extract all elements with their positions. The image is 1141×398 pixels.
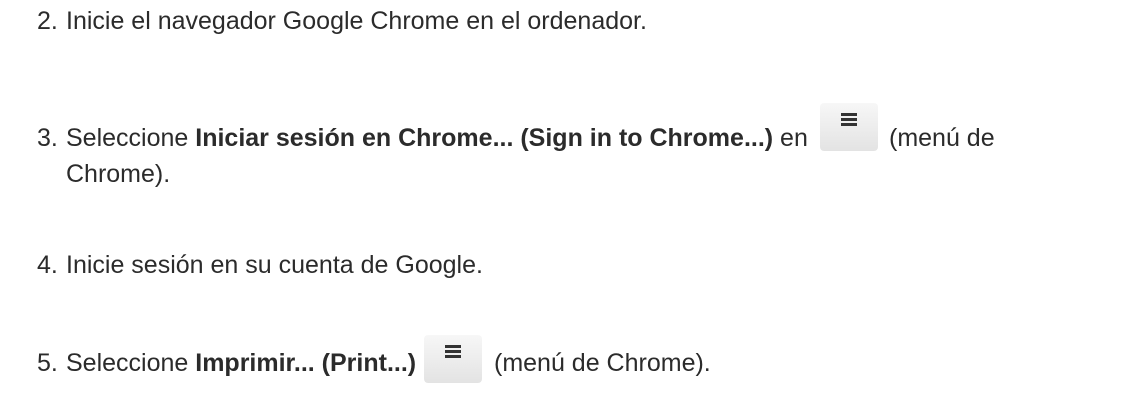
menu-item-name: Imprimir... (Print...): [195, 349, 417, 377]
chrome-menu-icon: [820, 103, 878, 151]
step-text: Seleccione Iniciar sesión en Chrome... (…: [66, 120, 808, 156]
step-suffix: (menú de: [889, 124, 995, 152]
step-prefix: Seleccione: [66, 349, 196, 377]
step-number: 3.: [37, 124, 58, 152]
chrome-menu-icon: [424, 335, 482, 383]
step-suffix: (menú de Chrome).: [494, 349, 711, 377]
menu-item-name: Iniciar sesión en Chrome... (Sign in to …: [195, 124, 774, 152]
step-number: 4.: [37, 251, 58, 279]
step-prefix: Seleccione: [66, 124, 196, 152]
step-text: Inicie el navegador Google Chrome en el …: [66, 7, 647, 35]
step-text: Inicie sesión en su cuenta de Google.: [66, 251, 483, 279]
step-text: Seleccione Imprimir... (Print...) en: [66, 345, 451, 381]
step-continuation: Chrome).: [66, 160, 171, 188]
step-number: 2.: [37, 7, 58, 35]
step-number: 5.: [37, 349, 58, 377]
step-middle: en: [773, 124, 808, 152]
